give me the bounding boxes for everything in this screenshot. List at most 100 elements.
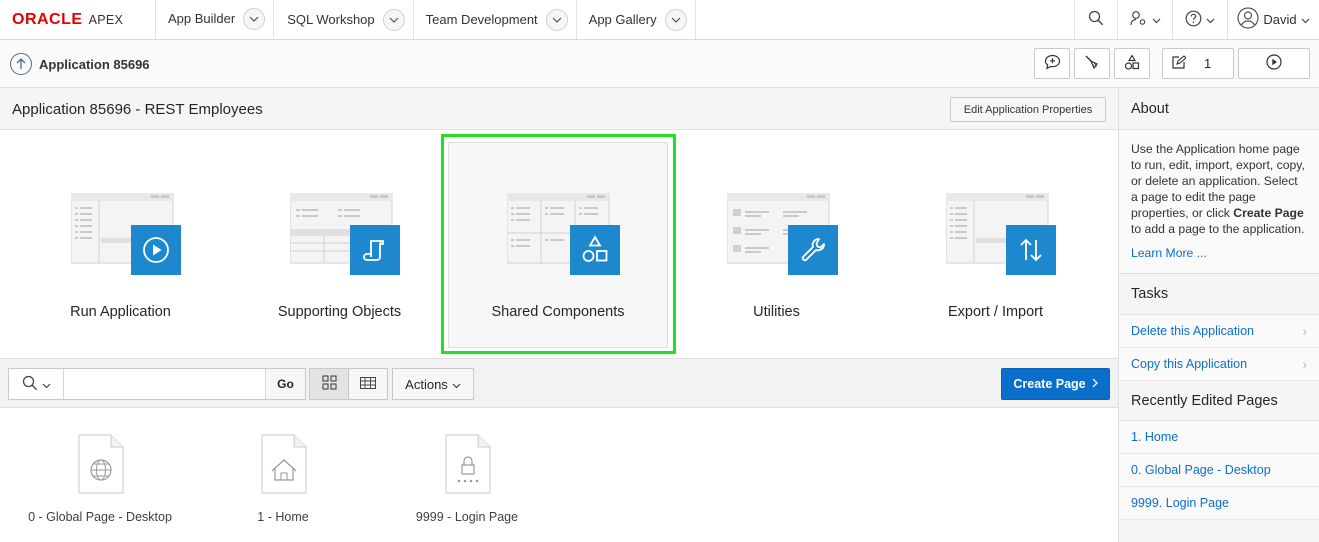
tab-label: Team Development [425,12,538,27]
tab-sql-workshop[interactable]: SQL Workshop [274,0,414,39]
about-text: Use the Application home page to run, ed… [1119,130,1319,274]
search-column-selector[interactable] [9,369,64,399]
breadcrumb[interactable]: Application 85696 [10,53,150,75]
actions-label: Actions [405,376,448,392]
region-header: Application 85696 - REST Employees Edit … [0,88,1118,130]
wrench-icon [788,225,838,275]
tasks-heading: Tasks [1119,274,1319,315]
report-view-button[interactable] [348,368,388,400]
help-menu-button[interactable] [1172,0,1227,39]
tile-supporting-objects[interactable]: Supporting Objects [230,130,449,358]
edit-page-button[interactable]: 1 [1162,48,1234,79]
page-title: Application 85696 [39,56,150,72]
chevron-down-icon[interactable] [545,8,568,31]
tab-app-gallery[interactable]: App Gallery [577,0,696,39]
edit-application-properties-button[interactable]: Edit Application Properties [950,97,1106,122]
tab-label: App Gallery [588,12,657,27]
create-page-button[interactable]: Create Page [1001,368,1110,400]
transfer-icon [1006,225,1056,275]
chevron-down-icon [1152,12,1161,27]
search-button[interactable] [1074,0,1117,39]
oracle-apex-logo[interactable]: ORACLE APEX [0,0,156,39]
chevron-down-icon [452,377,461,392]
page-item-0[interactable]: 0 - Global Page - Desktop [0,432,200,542]
chevron-down-icon [42,377,51,392]
feedback-button[interactable] [1034,48,1070,79]
tile-label: Utilities [753,304,800,320]
recent-page-link[interactable]: 9999. Login Page [1119,487,1319,520]
tab-label: App Builder [168,11,236,26]
recent-page-label: 9999. Login Page [1131,496,1230,510]
tab-team-development[interactable]: Team Development [414,0,577,39]
top-nav-bar: ORACLE APEX App Builder SQL Workshop Tea… [0,0,1319,40]
page-list-toolbar: Go Actions Create Page [0,358,1118,408]
tile-utilities[interactable]: Utilities [667,130,886,358]
search-box: Go [8,368,306,400]
lock-icon [445,434,491,497]
avatar-icon [1237,7,1259,32]
broom-icon [1084,54,1100,73]
tab-app-builder[interactable]: App Builder [156,0,275,39]
right-sidebar: About Use the Application home page to r… [1118,88,1319,542]
table-icon [360,376,376,392]
play-icon [131,225,181,275]
chevron-down-icon [1206,12,1215,27]
admin-menu-button[interactable] [1117,0,1172,39]
page-list: 0 - Global Page - Desktop 1 - Home 9999 … [0,408,1118,542]
chevron-down-icon[interactable] [243,7,266,30]
brand-name: ORACLE [12,10,83,28]
task-delete-application[interactable]: Delete this Application › [1119,315,1319,348]
shapes-icon [1124,53,1140,74]
grid-icon [321,375,337,393]
tab-label: SQL Workshop [287,12,375,27]
search-icon [22,375,38,394]
user-name: David [1263,12,1297,27]
page-label: 9999 - Login Page [415,510,519,524]
tile-export-import[interactable]: Export / Import [886,130,1105,358]
region-title: Application 85696 - REST Employees [12,101,263,118]
arrow-up-icon[interactable] [10,53,32,75]
tile-label: Export / Import [947,304,1044,320]
scroll-icon [350,225,400,275]
chevron-down-icon[interactable] [664,8,687,31]
run-application-button[interactable] [1238,48,1310,79]
learn-more-link[interactable]: Learn More ... [1131,245,1307,261]
chevron-down-icon[interactable] [382,8,405,31]
chevron-right-icon: › [1302,323,1307,339]
icon-view-button[interactable] [309,368,349,400]
recent-page-link[interactable]: 1. Home [1119,421,1319,454]
search-input[interactable] [64,369,265,399]
page-item-1[interactable]: 1 - Home [183,432,383,542]
tile-label: Run Application [70,304,171,320]
globe-icon [78,434,124,497]
tile-run-application[interactable]: Run Application [11,130,230,358]
tile-label: Supporting Objects [277,304,402,320]
search-icon [1088,10,1104,29]
shared-components-button[interactable] [1114,48,1150,79]
recent-page-link[interactable]: 0. Global Page - Desktop [1119,454,1319,487]
about-heading: About [1119,88,1319,130]
create-page-label: Create Page [1013,377,1086,391]
speech-bubble-plus-icon [1044,54,1061,73]
app-subbar: Application 85696 1 [0,40,1319,88]
house-icon [261,434,307,497]
page-label: 1 - Home [257,510,309,524]
chevron-right-icon [1092,377,1098,391]
product-name: APEX [88,12,124,27]
recent-page-label: 0. Global Page - Desktop [1131,463,1271,477]
go-button[interactable]: Go [265,369,305,399]
user-settings-icon [1129,10,1148,29]
recent-page-label: 1. Home [1131,430,1179,444]
help-icon [1185,10,1202,30]
chevron-down-icon [1301,12,1310,27]
page-item-9999[interactable]: 9999 - Login Page [367,432,567,542]
play-icon [1266,54,1282,73]
developer-toolbar-button[interactable] [1074,48,1110,79]
page-label: 0 - Global Page - Desktop [28,510,172,524]
task-label: Delete this Application [1131,324,1254,338]
about-text-bold: Create Page [1233,206,1304,220]
user-menu-button[interactable]: David [1227,0,1319,39]
chevron-right-icon: › [1302,356,1307,372]
actions-menu-button[interactable]: Actions [392,368,474,400]
task-copy-application[interactable]: Copy this Application › [1119,348,1319,381]
